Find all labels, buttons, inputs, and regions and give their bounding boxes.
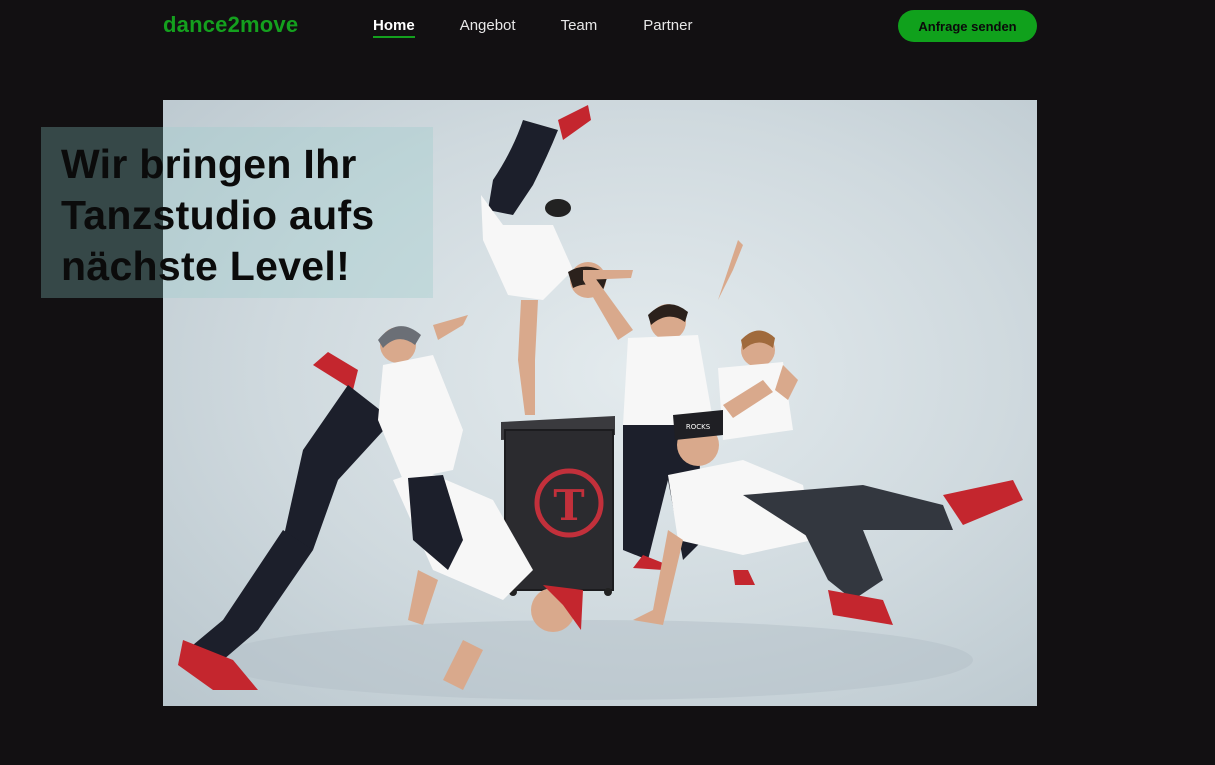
nav-item-home[interactable]: Home xyxy=(373,17,415,38)
hero-headline: Wir bringen Ihr Tanzstudio aufs nächste … xyxy=(61,141,375,289)
brand-logo[interactable]: dance2move xyxy=(163,12,298,38)
nav-item-angebot[interactable]: Angebot xyxy=(460,17,516,38)
landing-page: dance2move Home Angebot Team Partner Anf… xyxy=(0,0,1215,765)
svg-text:T: T xyxy=(553,481,584,530)
nav-item-team[interactable]: Team xyxy=(561,17,598,38)
main-nav: Home Angebot Team Partner xyxy=(373,17,692,38)
request-button[interactable]: Anfrage senden xyxy=(898,10,1037,42)
dancer-cap-left xyxy=(378,315,468,570)
nav-item-partner[interactable]: Partner xyxy=(643,17,692,38)
svg-text:ROCKS: ROCKS xyxy=(686,423,711,431)
hero-headline-box: Wir bringen Ihr Tanzstudio aufs nächste … xyxy=(41,127,433,298)
dancer-handstand xyxy=(481,105,633,415)
dancer-right-snapback: ROCKS xyxy=(633,380,1023,625)
